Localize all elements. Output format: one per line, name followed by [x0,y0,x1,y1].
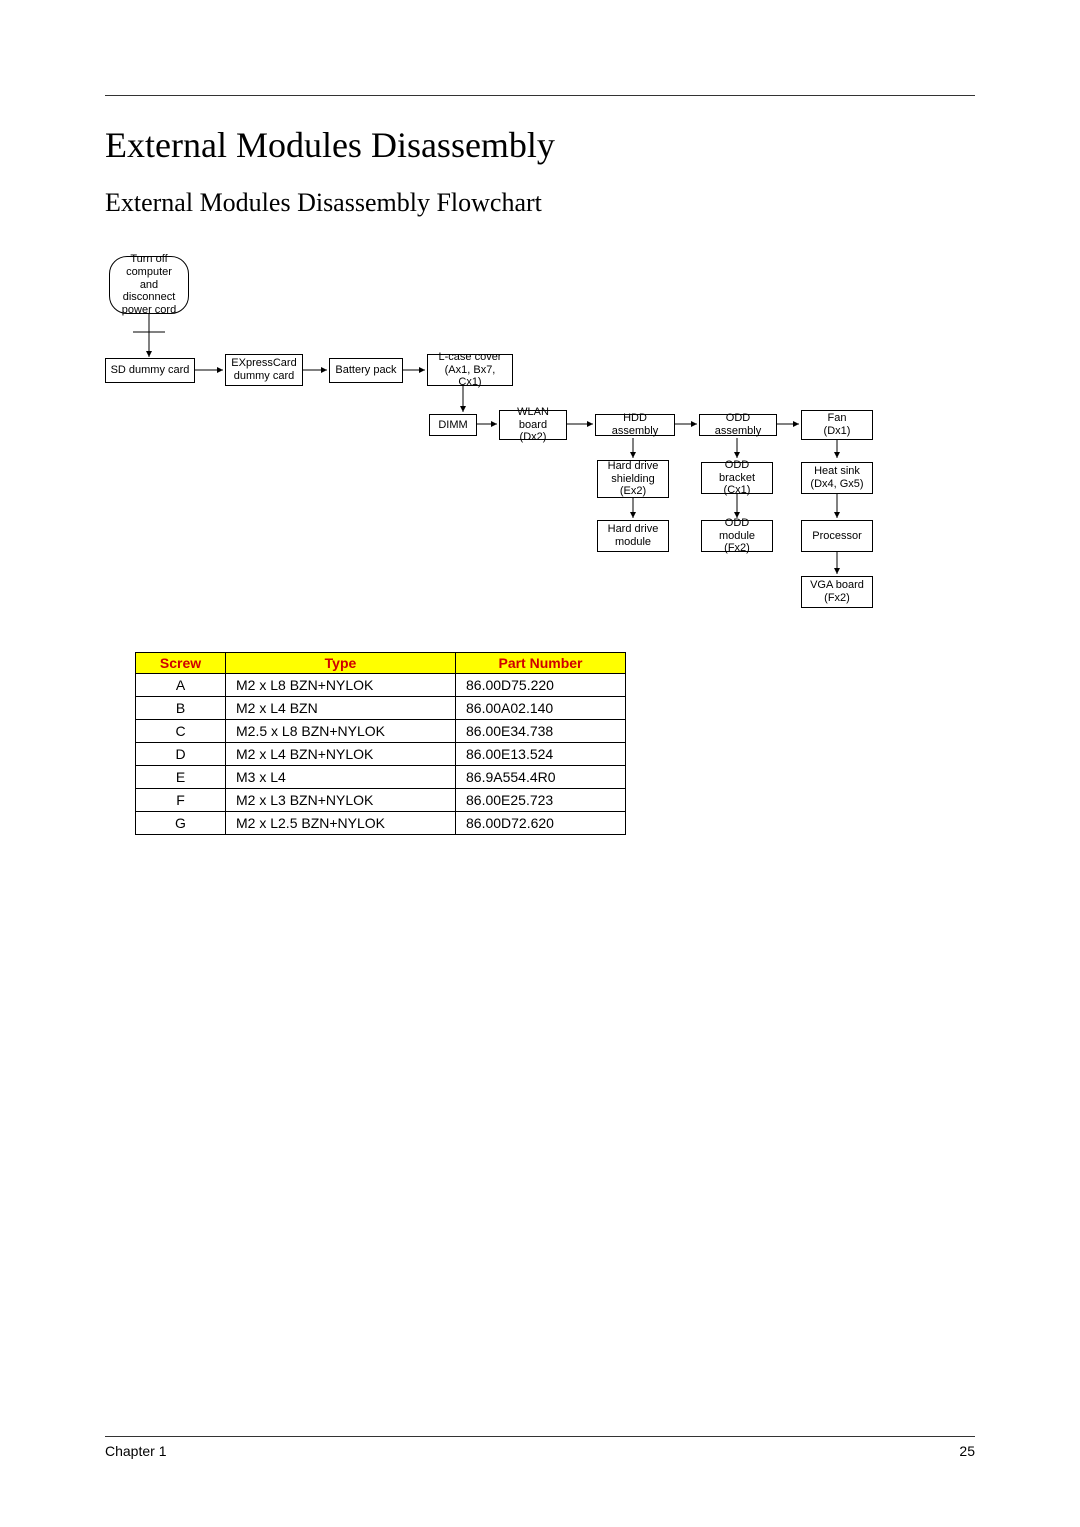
flow-start: Turn off computer and disconnect power c… [109,256,189,314]
cell-screw: G [136,812,226,835]
flow-heatsink-s: (Dx4, Gx5) [810,478,863,491]
flow-hdmodule-t: Hard drive module [602,523,664,548]
cell-part: 86.00A02.140 [456,697,626,720]
flow-battery-text: Battery pack [335,364,396,377]
flow-sd: SD dummy card [105,358,195,383]
flow-lcase-s: (Ax1, Bx7, Cx1) [432,364,508,389]
flow-dimm: DIMM [429,414,477,436]
footer-left: Chapter 1 [105,1443,166,1459]
cell-type: M2.5 x L8 BZN+NYLOK [226,720,456,743]
flow-hdmodule: Hard drive module [597,520,669,552]
flow-fan-t: Fan [828,412,847,425]
flow-fan: Fan (Dx1) [801,410,873,440]
flow-express-text: EXpressCard dummy card [230,357,298,382]
flow-oddmodule-s: (Fx2) [724,542,750,555]
flow-processor: Processor [801,520,873,552]
cell-part: 86.00E13.524 [456,743,626,766]
table-row: FM2 x L3 BZN+NYLOK86.00E25.723 [136,789,626,812]
flow-heatsink: Heat sink (Dx4, Gx5) [801,462,873,494]
flow-oddmodule: ODD module (Fx2) [701,520,773,552]
table-row: BM2 x L4 BZN86.00A02.140 [136,697,626,720]
flow-fan-s: (Dx1) [824,425,851,438]
heading-h2: External Modules Disassembly Flowchart [105,188,975,218]
flow-lcase: L-case cover (Ax1, Bx7, Cx1) [427,354,513,386]
flow-wlan: WLAN board (Dx2) [499,410,567,440]
flow-start-text: Turn off computer and disconnect power c… [116,253,182,316]
table-row: AM2 x L8 BZN+NYLOK86.00D75.220 [136,674,626,697]
table-row: CM2.5 x L8 BZN+NYLOK86.00E34.738 [136,720,626,743]
flow-vga-s: (Fx2) [824,592,850,605]
cell-type: M2 x L4 BZN [226,697,456,720]
flow-oddbracket: ODD bracket (Cx1) [701,462,773,494]
cell-type: M2 x L8 BZN+NYLOK [226,674,456,697]
table-row: EM3 x L486.9A554.4R0 [136,766,626,789]
screw-table: Screw Type Part Number AM2 x L8 BZN+NYLO… [135,652,626,835]
flowchart: Turn off computer and disconnect power c… [105,254,975,624]
th-part: Part Number [456,653,626,674]
page-footer: Chapter 1 25 [105,1436,975,1459]
flow-processor-t: Processor [812,530,862,543]
flow-hdshield-s: (Ex2) [620,485,646,498]
flow-heatsink-t: Heat sink [814,465,860,478]
cell-screw: A [136,674,226,697]
cell-part: 86.00D75.220 [456,674,626,697]
table-row: GM2 x L2.5 BZN+NYLOK86.00D72.620 [136,812,626,835]
flow-hddasm: HDD assembly [595,414,675,436]
table-row: DM2 x L4 BZN+NYLOK86.00E13.524 [136,743,626,766]
flow-hdshield-t: Hard drive shielding [602,460,664,485]
heading-h1: External Modules Disassembly [105,124,975,166]
flow-oddmodule-t: ODD module [706,517,768,542]
flow-wlan-t: WLAN board [504,406,562,431]
th-screw: Screw [136,653,226,674]
flow-battery: Battery pack [329,358,403,383]
footer-right: 25 [959,1443,975,1459]
cell-type: M3 x L4 [226,766,456,789]
flow-vga: VGA board (Fx2) [801,576,873,608]
cell-part: 86.00E34.738 [456,720,626,743]
flow-vga-t: VGA board [810,579,864,592]
cell-screw: D [136,743,226,766]
th-type: Type [226,653,456,674]
flow-express: EXpressCard dummy card [225,354,303,386]
flow-oddbracket-t: ODD bracket [706,459,768,484]
cell-screw: E [136,766,226,789]
cell-type: M2 x L3 BZN+NYLOK [226,789,456,812]
cell-part: 86.00E25.723 [456,789,626,812]
flow-oddasm: ODD assembly [699,414,777,436]
cell-screw: F [136,789,226,812]
flow-oddasm-t: ODD assembly [704,412,772,437]
flow-hdshield: Hard drive shielding (Ex2) [597,460,669,498]
flow-lcase-t: L-case cover [439,351,502,364]
flow-oddbracket-s: (Cx1) [724,484,751,497]
flow-sd-text: SD dummy card [111,364,190,377]
cell-screw: C [136,720,226,743]
cell-part: 86.00D72.620 [456,812,626,835]
flow-wlan-s: (Dx2) [520,431,547,444]
cell-type: M2 x L4 BZN+NYLOK [226,743,456,766]
cell-type: M2 x L2.5 BZN+NYLOK [226,812,456,835]
flow-dimm-text: DIMM [438,419,467,432]
flow-hddasm-t: HDD assembly [600,412,670,437]
cell-screw: B [136,697,226,720]
cell-part: 86.9A554.4R0 [456,766,626,789]
